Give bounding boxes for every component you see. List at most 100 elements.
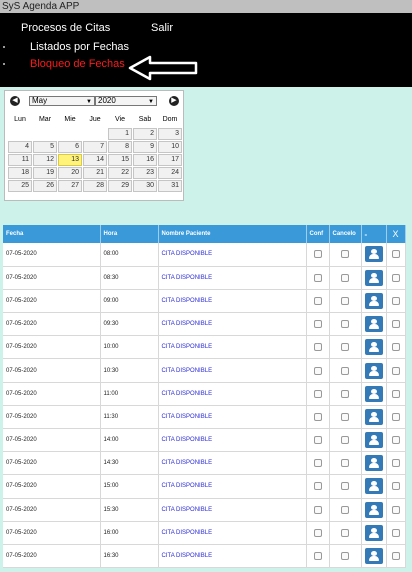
delete-checkbox[interactable] [391,250,400,259]
calendar-day[interactable]: 10 [158,141,182,153]
user-icon[interactable] [364,362,383,379]
conf-checkbox[interactable] [313,250,322,259]
calendar-day[interactable]: 18 [8,167,32,179]
cancelo-checkbox[interactable] [341,389,349,398]
chevron-left-icon[interactable]: ◀ [10,96,20,106]
calendar-day[interactable]: 27 [58,180,82,192]
delete-checkbox[interactable] [391,528,400,537]
conf-checkbox[interactable] [313,320,322,329]
calendar-day[interactable]: 8 [108,141,132,153]
cell-paciente-link[interactable]: CITA DISPONIBLE [158,544,307,569]
user-icon[interactable] [364,246,383,263]
calendar-day[interactable]: 30 [133,180,157,192]
cancelo-checkbox[interactable] [341,366,349,375]
conf-checkbox[interactable] [313,296,322,305]
calendar-day[interactable]: 12 [33,154,57,166]
calendar-day[interactable]: 21 [83,167,107,179]
conf-checkbox[interactable] [313,389,322,398]
cancelo-checkbox[interactable] [341,412,349,421]
cancelo-checkbox[interactable] [341,505,349,514]
user-icon[interactable] [364,478,383,495]
cancelo-checkbox[interactable] [341,343,349,352]
month-select[interactable]: May ▼ [29,96,95,106]
cell-paciente-link[interactable]: CITA DISPONIBLE [158,428,307,453]
conf-checkbox[interactable] [313,412,322,421]
conf-checkbox[interactable] [313,366,322,375]
calendar-day[interactable]: 29 [108,180,132,192]
cancelo-checkbox[interactable] [341,459,349,468]
cell-paciente-link[interactable]: CITA DISPONIBLE [158,474,307,499]
conf-checkbox[interactable] [313,459,322,468]
delete-checkbox[interactable] [391,482,400,491]
menu-bloqueo-de-fechas[interactable]: Bloqueo de Fechas [30,57,125,71]
user-icon[interactable] [364,292,383,309]
delete-checkbox[interactable] [391,436,400,445]
calendar-day[interactable]: 3 [158,128,182,140]
delete-checkbox[interactable] [391,366,400,375]
delete-checkbox[interactable] [391,296,400,305]
delete-checkbox[interactable] [391,389,400,398]
calendar-day[interactable]: 13 [58,154,82,166]
cell-paciente-link[interactable]: CITA DISPONIBLE [158,358,307,383]
user-icon[interactable] [364,269,383,286]
cancelo-checkbox[interactable] [341,250,349,259]
user-icon[interactable] [364,385,383,402]
cell-paciente-link[interactable]: CITA DISPONIBLE [158,289,307,314]
calendar-day[interactable]: 26 [33,180,57,192]
calendar-day[interactable]: 15 [108,154,132,166]
calendar-day[interactable]: 11 [8,154,32,166]
calendar-day[interactable]: 28 [83,180,107,192]
calendar-day[interactable]: 31 [158,180,182,192]
calendar-day[interactable]: 25 [8,180,32,192]
delete-checkbox[interactable] [391,273,400,282]
calendar-day[interactable]: 17 [158,154,182,166]
calendar-day[interactable]: 7 [83,141,107,153]
delete-checkbox[interactable] [391,412,400,421]
cell-paciente-link[interactable]: CITA DISPONIBLE [158,312,307,337]
cell-paciente-link[interactable]: CITA DISPONIBLE [158,266,307,290]
menu-procesos-de-citas[interactable]: Procesos de Citas [21,21,110,35]
cell-paciente-link[interactable]: CITA DISPONIBLE [158,335,307,360]
chevron-right-icon[interactable]: ▶ [169,96,179,106]
cancelo-checkbox[interactable] [341,320,349,329]
user-icon[interactable] [364,339,383,356]
delete-checkbox[interactable] [391,505,400,514]
conf-checkbox[interactable] [313,552,322,561]
cell-paciente-link[interactable]: CITA DISPONIBLE [158,405,307,430]
cell-paciente-link[interactable]: CITA DISPONIBLE [158,382,307,406]
cancelo-checkbox[interactable] [341,296,349,305]
calendar-day[interactable]: 6 [58,141,82,153]
user-icon[interactable] [364,316,383,333]
delete-checkbox[interactable] [391,343,400,352]
cell-paciente-link[interactable]: CITA DISPONIBLE [158,451,307,476]
cell-paciente-link[interactable]: CITA DISPONIBLE [158,521,307,545]
cell-paciente-link[interactable]: CITA DISPONIBLE [158,243,307,267]
cancelo-checkbox[interactable] [341,528,349,537]
calendar-day[interactable]: 14 [83,154,107,166]
user-icon[interactable] [364,432,383,449]
calendar-day[interactable]: 22 [108,167,132,179]
calendar-day[interactable]: 9 [133,141,157,153]
user-icon[interactable] [364,548,383,565]
user-icon[interactable] [364,524,383,541]
conf-checkbox[interactable] [313,343,322,352]
conf-checkbox[interactable] [313,482,322,491]
calendar-day[interactable]: 23 [133,167,157,179]
menu-listados-por-fechas[interactable]: Listados por Fechas [30,40,129,54]
user-icon[interactable] [364,501,383,518]
calendar-day[interactable]: 19 [33,167,57,179]
cancelo-checkbox[interactable] [341,273,349,282]
calendar-day[interactable]: 5 [33,141,57,153]
conf-checkbox[interactable] [313,505,322,514]
delete-checkbox[interactable] [391,552,400,561]
calendar-day[interactable]: 2 [133,128,157,140]
cancelo-checkbox[interactable] [341,436,349,445]
user-icon[interactable] [364,408,383,425]
menu-salir[interactable]: Salir [151,21,173,35]
delete-checkbox[interactable] [391,459,400,468]
calendar-day[interactable]: 20 [58,167,82,179]
calendar-day[interactable]: 1 [108,128,132,140]
conf-checkbox[interactable] [313,436,322,445]
year-select[interactable]: 2020 ▼ [95,96,157,106]
cancelo-checkbox[interactable] [341,552,349,561]
